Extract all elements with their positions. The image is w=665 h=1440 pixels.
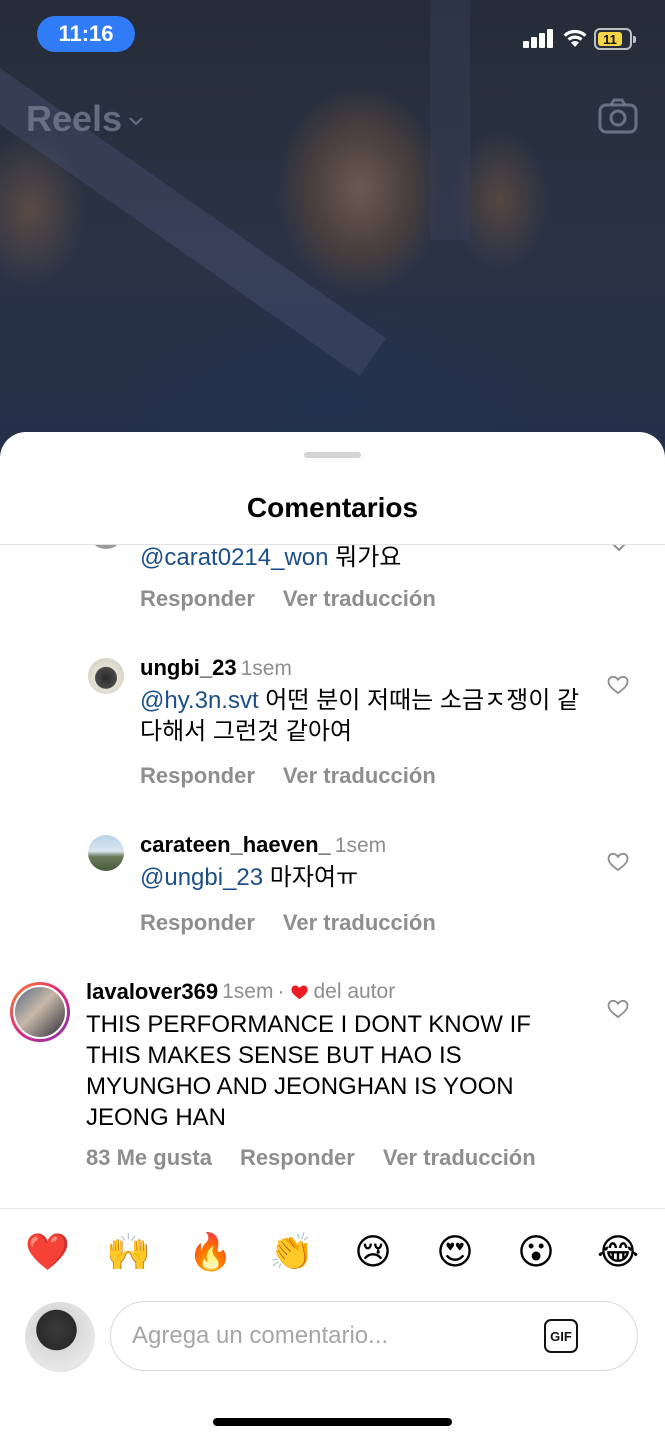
mention-link[interactable]: @hy.3n.svt xyxy=(140,687,259,714)
emoji-reaction-bar: ❤️ 🙌 🔥 👏 😢 😍 😮 😂 xyxy=(0,1222,665,1282)
comment-top-level: lavalover369 1sem · del autor THIS PERFO… xyxy=(0,979,665,1179)
reel-video-background xyxy=(0,0,665,470)
comment-text: @hy.3n.svt 어떤 분이 저때는 소금ㅈ쟁이 같다해서 그런것 같아여 xyxy=(140,685,590,747)
home-indicator[interactable] xyxy=(213,1418,452,1426)
reply-button[interactable]: Responder xyxy=(140,910,255,936)
comment-username[interactable]: carateen_haeven_ xyxy=(140,832,331,857)
stage-light-beam xyxy=(0,40,386,376)
comment-actions: 83 Me gusta Responder Ver traducción xyxy=(86,1145,536,1171)
cellular-signal-icon xyxy=(523,28,555,48)
mention-link[interactable]: @ungbi_23 xyxy=(140,864,263,891)
comment-actions: Responder Ver traducción xyxy=(140,763,436,789)
camera-icon[interactable] xyxy=(598,98,638,134)
comment-text: @carat0214_won 뭐가요 xyxy=(140,545,590,573)
comment-body: 마자여ㅠ xyxy=(263,864,359,891)
translate-button[interactable]: Ver traducción xyxy=(283,763,436,789)
comment-text: @ungbi_23 마자여ㅠ xyxy=(140,862,590,893)
wifi-icon xyxy=(563,29,587,47)
comments-sheet: Comentarios @carat0214_won 뭐가요 Responder… xyxy=(0,432,665,1440)
battery-icon: 11 xyxy=(594,28,636,50)
comment-reply: @carat0214_won 뭐가요 Responder Ver traducc… xyxy=(0,545,665,635)
reels-title[interactable]: Reels xyxy=(26,98,122,140)
author-badge: del autor xyxy=(313,980,396,1003)
comment-time: 1sem xyxy=(222,980,274,1003)
chevron-down-icon[interactable] xyxy=(128,113,144,129)
comment-actions: Responder Ver traducción xyxy=(140,910,436,936)
heart-icon[interactable] xyxy=(607,852,629,872)
avatar[interactable] xyxy=(88,835,124,871)
comment-body: 뭐가요 xyxy=(328,545,402,571)
comment-username[interactable]: ungbi_23 xyxy=(140,655,237,680)
comment-time: 1sem xyxy=(240,657,292,680)
status-time: 11:16 xyxy=(37,16,135,52)
comment-time: 1sem xyxy=(334,834,387,857)
reels-header[interactable]: Reels xyxy=(26,98,144,140)
avatar[interactable] xyxy=(88,658,124,694)
emoji-clap-button[interactable]: 👏 xyxy=(269,1222,314,1282)
avatar-with-story-ring[interactable] xyxy=(10,982,70,1042)
translate-button[interactable]: Ver traducción xyxy=(383,1145,536,1171)
emoji-heart-button[interactable]: ❤️ xyxy=(25,1222,70,1282)
sheet-grabber[interactable] xyxy=(304,452,361,458)
comment-header: ungbi_23 1sem xyxy=(140,655,292,681)
emoji-laughing-button[interactable]: 😂 xyxy=(596,1222,640,1282)
comment-header: lavalover369 1sem · del autor xyxy=(86,979,395,1005)
reply-button[interactable]: Responder xyxy=(140,763,255,789)
emoji-heart-eyes-button[interactable]: 😍 xyxy=(433,1222,477,1282)
comment-reply: ungbi_23 1sem @hy.3n.svt 어떤 분이 저때는 소금ㅈ쟁이 … xyxy=(0,655,665,805)
comment-actions: Responder Ver traducción xyxy=(140,586,436,612)
avatar[interactable] xyxy=(88,545,124,549)
divider xyxy=(0,1208,665,1209)
comment-reply: carateen_haeven_ 1sem @ungbi_23 마자여ㅠ Resp… xyxy=(0,832,665,942)
reply-button[interactable]: Responder xyxy=(140,586,255,612)
chevron-down-icon[interactable] xyxy=(608,545,630,561)
heart-icon[interactable] xyxy=(607,999,629,1019)
comment-header: carateen_haeven_ 1sem xyxy=(140,832,386,858)
translate-button[interactable]: Ver traducción xyxy=(283,910,436,936)
comment-composer: Agrega un comentario... GIF xyxy=(0,1297,665,1377)
emoji-raised-hands-button[interactable]: 🙌 xyxy=(106,1222,151,1282)
heart-filled-icon xyxy=(291,985,309,999)
emoji-crying-button[interactable]: 😢 xyxy=(351,1222,395,1282)
likes-count[interactable]: 83 Me gusta xyxy=(86,1145,212,1171)
sheet-title: Comentarios xyxy=(246,492,419,523)
separator-dot: · xyxy=(277,980,285,1003)
comments-list[interactable]: @carat0214_won 뭐가요 Responder Ver traducc… xyxy=(0,545,665,1207)
emoji-fire-button[interactable]: 🔥 xyxy=(188,1222,233,1282)
reply-button[interactable]: Responder xyxy=(240,1145,355,1171)
translate-button[interactable]: Ver traducción xyxy=(283,586,436,612)
comment-username[interactable]: lavalover369 xyxy=(86,979,218,1005)
gif-button[interactable]: GIF xyxy=(544,1319,578,1353)
heart-icon[interactable] xyxy=(607,675,629,695)
status-bar: 11:16 11 xyxy=(0,0,665,70)
comment-body: THIS PERFORMANCE I DONT KNOW IF THIS MAK… xyxy=(86,1011,531,1131)
mention-link[interactable]: @carat0214_won xyxy=(140,545,328,571)
current-user-avatar xyxy=(25,1302,95,1372)
comment-input-placeholder: Agrega un comentario... xyxy=(132,1322,389,1349)
emoji-surprised-button[interactable]: 😮 xyxy=(514,1222,558,1282)
battery-level: 11 xyxy=(598,32,622,47)
